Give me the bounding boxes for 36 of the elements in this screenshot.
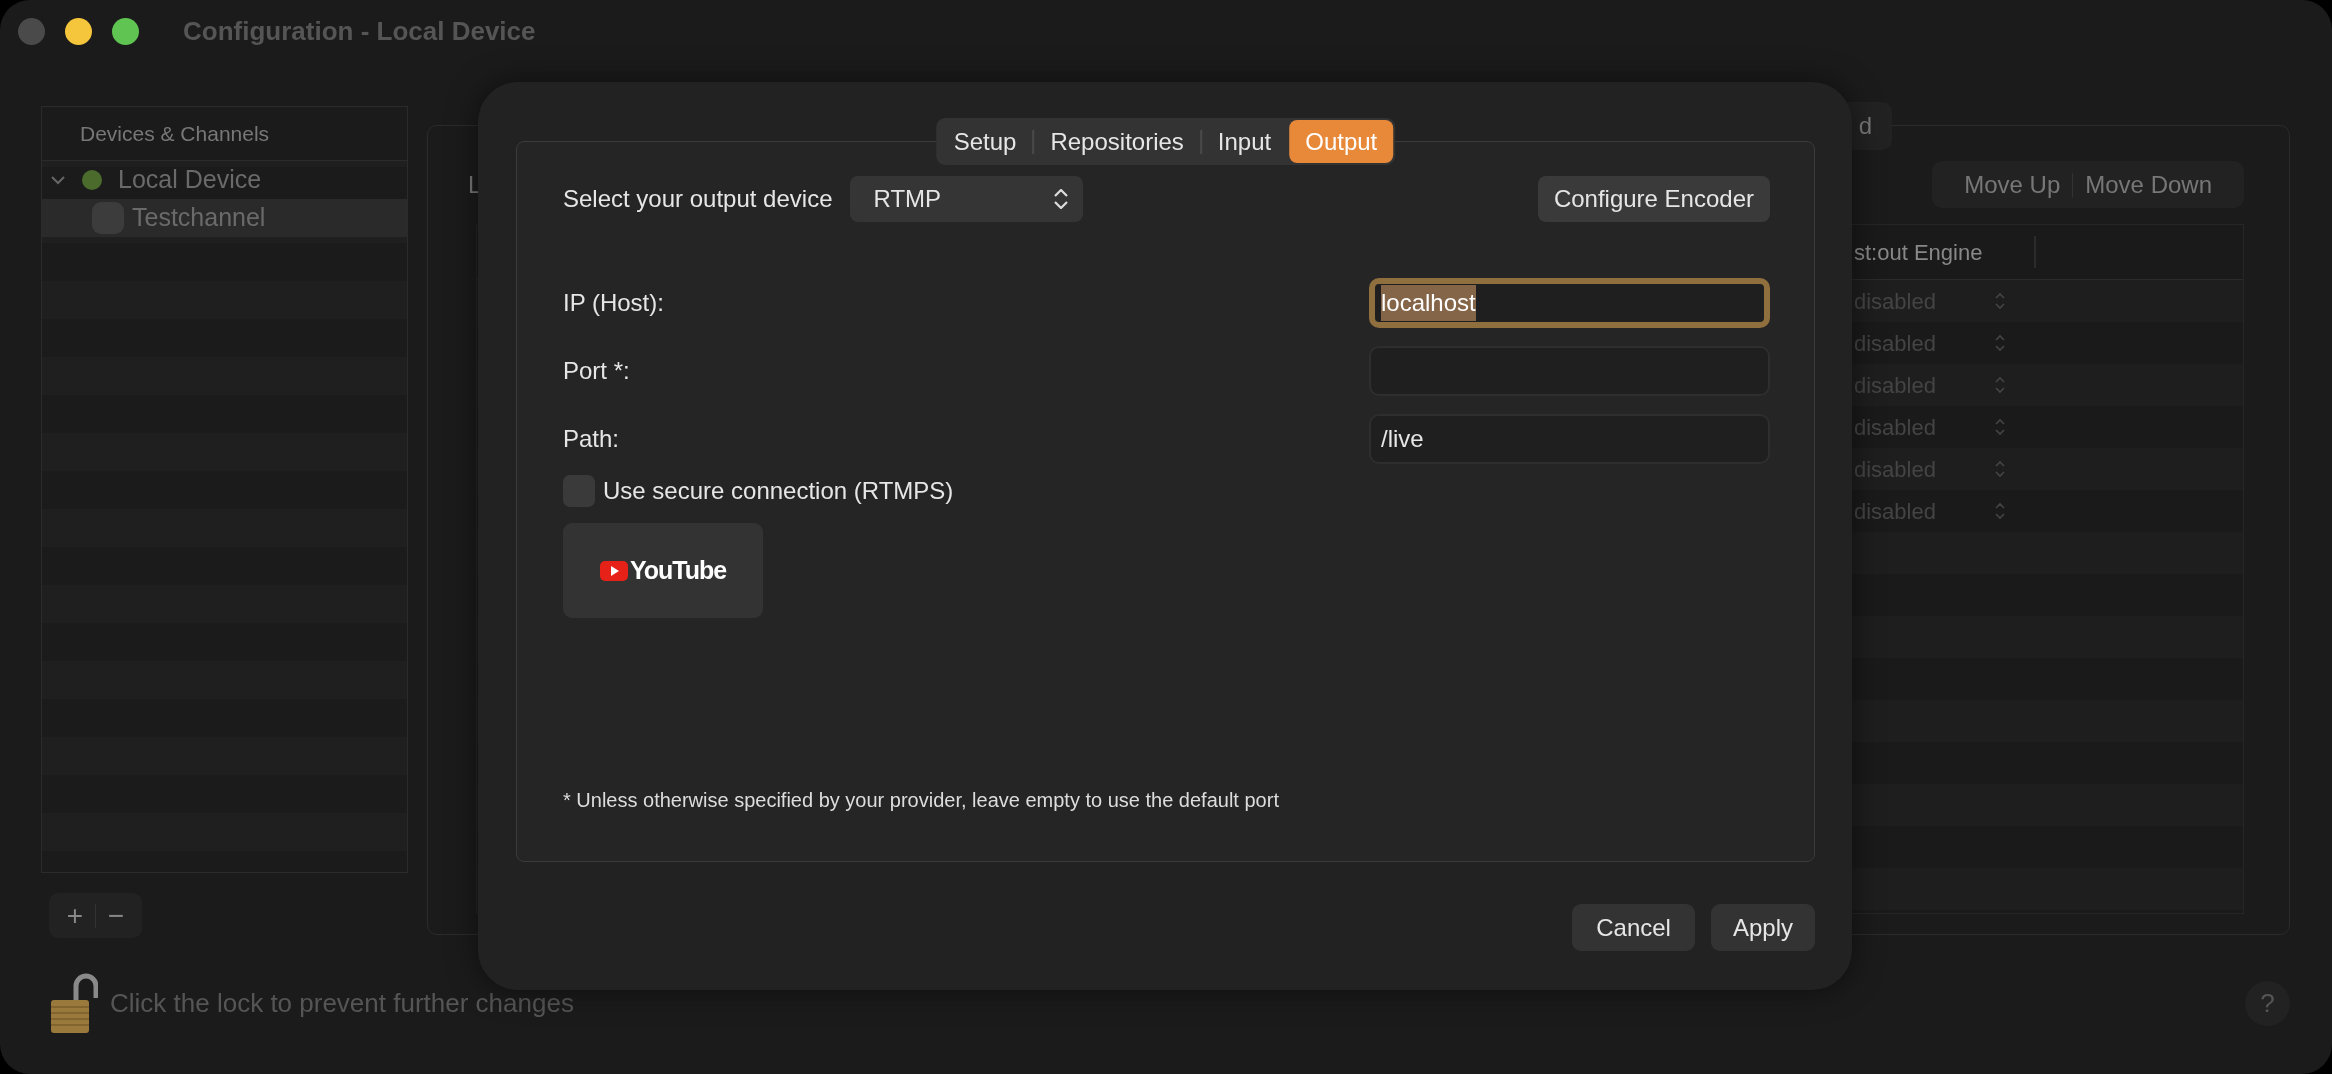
open-padlock-icon[interactable] bbox=[50, 972, 98, 1034]
add-button[interactable]: + bbox=[55, 901, 95, 930]
status-dot bbox=[82, 170, 102, 190]
stepper-icon bbox=[1994, 460, 2006, 478]
zoom-button[interactable] bbox=[112, 17, 139, 45]
stepper-icon bbox=[1994, 502, 2006, 520]
stepper-icon bbox=[1994, 334, 2006, 352]
field-label: Path: bbox=[563, 424, 620, 454]
sidebar-item[interactable]: Local Device bbox=[42, 161, 407, 199]
column-header[interactable]: st:out Engine bbox=[1854, 235, 2034, 269]
tab[interactable]: Setup bbox=[937, 120, 1033, 163]
checkbox-label: Use secure connection (RTMPS) bbox=[603, 476, 954, 506]
stepper-icon bbox=[1994, 376, 2006, 394]
footnote: * Unless otherwise specified by your provider, leave empty to use the default port bbox=[563, 788, 1280, 813]
cancel-button[interactable]: Cancel bbox=[1572, 904, 1695, 951]
move-up-button[interactable]: Move Up bbox=[1952, 166, 2073, 203]
youtube-button[interactable]: YouTube bbox=[563, 523, 763, 618]
lock-hint: Click the lock to prevent further changes bbox=[110, 986, 574, 1020]
field-label: IP (Host): bbox=[563, 288, 664, 318]
device-select[interactable]: RTMP bbox=[849, 176, 1083, 222]
tab[interactable]: Input bbox=[1201, 120, 1288, 163]
play-icon bbox=[599, 560, 628, 581]
stepper-icon bbox=[1994, 292, 2006, 310]
input-field[interactable]: localhost bbox=[1369, 278, 1770, 328]
window-title: Configuration - Local Device bbox=[183, 14, 536, 48]
configure-encoder-button[interactable]: Configure Encoder bbox=[1537, 176, 1770, 222]
apply-button[interactable]: Apply bbox=[1710, 904, 1815, 951]
stepper-icon bbox=[1994, 418, 2006, 436]
minimize-button[interactable] bbox=[65, 17, 92, 45]
field-label: Port *: bbox=[563, 356, 630, 386]
remove-button[interactable]: − bbox=[96, 901, 136, 930]
move-down-button[interactable]: Move Down bbox=[2073, 166, 2224, 203]
up-down-icon bbox=[1052, 189, 1069, 209]
output-device-label: Select your output device bbox=[563, 184, 833, 214]
input-field[interactable]: /live bbox=[1369, 414, 1770, 464]
tab[interactable]: Repositories bbox=[1034, 120, 1200, 163]
